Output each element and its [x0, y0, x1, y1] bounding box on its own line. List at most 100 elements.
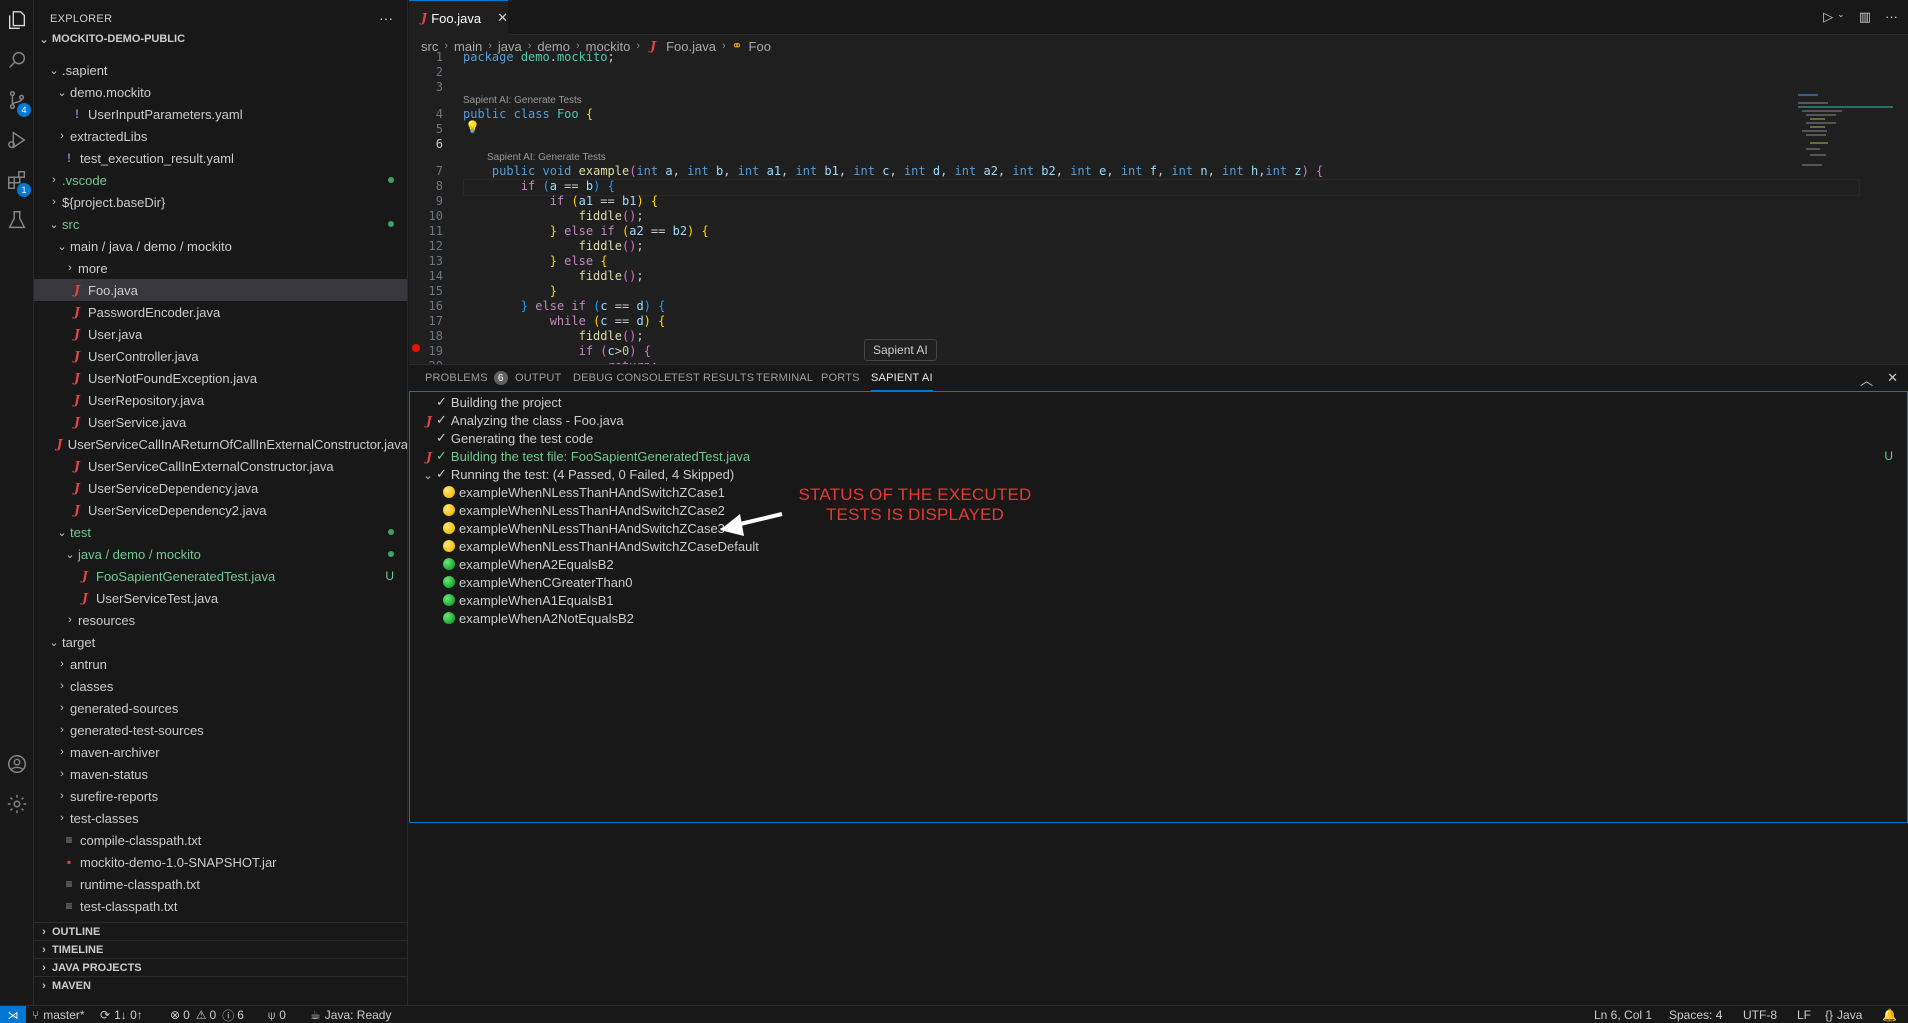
- source-control-icon[interactable]: 4: [0, 80, 34, 120]
- tab-terminal[interactable]: TERMINAL: [756, 365, 813, 391]
- tree-item[interactable]: J UserRepository.java: [34, 389, 407, 411]
- tree-item[interactable]: J UserServiceDependency2.java: [34, 499, 407, 521]
- testing-icon[interactable]: [0, 200, 34, 240]
- chevron-down-icon[interactable]: ⌄: [1837, 9, 1845, 25]
- tree-item[interactable]: J UserController.java: [34, 345, 407, 367]
- tab-debug-console[interactable]: DEBUG CONSOLE: [573, 365, 672, 391]
- tree-item[interactable]: J UserService.java: [34, 411, 407, 433]
- notifications-bell-icon[interactable]: 🔔: [1882, 1006, 1897, 1023]
- java-status[interactable]: ☕ Java: Ready: [310, 1006, 391, 1023]
- search-icon[interactable]: [0, 40, 34, 80]
- tree-item[interactable]: ⌄ .sapient: [34, 59, 407, 81]
- tree-item[interactable]: ⌄ test: [34, 521, 407, 543]
- close-icon[interactable]: ✕: [497, 10, 508, 26]
- extensions-icon[interactable]: 1: [0, 160, 34, 200]
- tab-output[interactable]: OUTPUT: [515, 365, 561, 391]
- tree-item[interactable]: J UserServiceCallInAReturnOfCallInExterna…: [34, 433, 407, 455]
- tree-item[interactable]: › maven-status: [34, 763, 407, 785]
- tab-ports[interactable]: PORTS: [821, 365, 860, 391]
- tree-item[interactable]: › resources: [34, 609, 407, 631]
- tree-item[interactable]: ! test_execution_result.yaml: [34, 147, 407, 169]
- explorer-more-icon[interactable]: ···: [379, 10, 393, 26]
- close-panel-icon[interactable]: ✕: [1887, 370, 1898, 389]
- tree-item[interactable]: › .vscode: [34, 169, 407, 191]
- tree-item[interactable]: › ${project.baseDir}: [34, 191, 407, 213]
- tree-item[interactable]: J UserNotFoundException.java: [34, 367, 407, 389]
- sapient-step[interactable]: ✓ Generating the test code: [410, 429, 1907, 447]
- tab-foo-java[interactable]: J Foo.java ✕: [409, 0, 508, 35]
- section-maven[interactable]: › MAVEN: [34, 976, 407, 994]
- ports-count: 0: [279, 1008, 286, 1022]
- tree-item[interactable]: J PasswordEncoder.java: [34, 301, 407, 323]
- tree-item-label: .sapient: [62, 62, 108, 78]
- section-outline[interactable]: › OUTLINE: [34, 922, 407, 940]
- tree-item[interactable]: › maven-archiver: [34, 741, 407, 763]
- explorer-icon[interactable]: [0, 0, 34, 40]
- test-result-item[interactable]: exampleWhenCGreaterThan0: [410, 573, 1907, 591]
- tree-item[interactable]: J Foo.java: [34, 279, 407, 301]
- tree-item[interactable]: ≡ runtime-classpath.txt: [34, 873, 407, 895]
- tree-item[interactable]: › test-classes: [34, 807, 407, 829]
- sync-indicator[interactable]: ⟳ 1↓ 0↑: [100, 1006, 143, 1023]
- tree-item[interactable]: ⌄ main / java / demo / mockito: [34, 235, 407, 257]
- code-editor[interactable]: Sapient AI: Generate Tests Sapient AI: G…: [409, 47, 1908, 364]
- section-timeline[interactable]: › TIMELINE: [34, 940, 407, 958]
- account-icon[interactable]: [0, 744, 34, 784]
- encoding[interactable]: UTF-8: [1743, 1006, 1777, 1023]
- more-actions-icon[interactable]: ···: [1885, 9, 1898, 25]
- line-ending[interactable]: LF: [1797, 1006, 1811, 1023]
- tree-item[interactable]: ! UserInputParameters.yaml: [34, 103, 407, 125]
- tab-test-results[interactable]: TEST RESULTS: [671, 365, 754, 391]
- tree-item[interactable]: ⌄ java / demo / mockito: [34, 543, 407, 565]
- tree-item[interactable]: ⌄ target: [34, 631, 407, 653]
- code-lens-class[interactable]: Sapient AI: Generate Tests: [463, 95, 582, 107]
- maximize-panel-icon[interactable]: ︿: [1860, 370, 1873, 389]
- tree-item[interactable]: J UserServiceCallInExternalConstructor.ja…: [34, 455, 407, 477]
- panel-tabs: PROBLEMS 6 OUTPUT DEBUG CONSOLE TEST RES…: [409, 365, 1908, 391]
- test-result-item[interactable]: exampleWhenNLessThanHAndSwitchZCase1: [410, 483, 1907, 501]
- test-result-item[interactable]: exampleWhenA2EqualsB2: [410, 555, 1907, 573]
- tree-item[interactable]: › antrun: [34, 653, 407, 675]
- tree-item[interactable]: ⌄ demo.mockito: [34, 81, 407, 103]
- tree-item[interactable]: › surefire-reports: [34, 785, 407, 807]
- settings-gear-icon[interactable]: [0, 784, 34, 824]
- sapient-step[interactable]: J ✓ Building the test file: FooSapientGene…: [410, 447, 1907, 465]
- sapient-step[interactable]: J ✓ Analyzing the class - Foo.java: [410, 411, 1907, 429]
- section-java-projects[interactable]: › JAVA PROJECTS: [34, 958, 407, 976]
- tree-item[interactable]: › generated-test-sources: [34, 719, 407, 741]
- sapient-step[interactable]: ✓ Building the project: [410, 393, 1907, 411]
- tree-item[interactable]: › more: [34, 257, 407, 279]
- tree-item[interactable]: ≡ compile-classpath.txt: [34, 829, 407, 851]
- sapient-step[interactable]: ⌄ ✓ Running the test: (4 Passed, 0 Failed,…: [410, 465, 1907, 483]
- tree-item[interactable]: J User.java: [34, 323, 407, 345]
- test-result-item[interactable]: exampleWhenNLessThanHAndSwitchZCase3: [410, 519, 1907, 537]
- tab-problems[interactable]: PROBLEMS 6: [425, 365, 508, 391]
- tree-item[interactable]: J UserServiceDependency.java: [34, 477, 407, 499]
- tree-item[interactable]: J FooSapientGeneratedTest.java U: [34, 565, 407, 587]
- tree-item[interactable]: › extractedLibs: [34, 125, 407, 147]
- test-result-item[interactable]: exampleWhenA2NotEqualsB2: [410, 609, 1907, 627]
- test-result-item[interactable]: exampleWhenNLessThanHAndSwitchZCase2: [410, 501, 1907, 519]
- minimap[interactable]: [1798, 94, 1898, 184]
- tree-item[interactable]: J UserServiceTest.java: [34, 587, 407, 609]
- language-mode[interactable]: {} Java: [1825, 1006, 1862, 1023]
- tab-sapient-ai[interactable]: SAPIENT AI: [871, 365, 933, 391]
- workspace-root[interactable]: ⌄ MOCKITO-DEMO-PUBLIC: [34, 28, 407, 50]
- tree-item[interactable]: › generated-sources: [34, 697, 407, 719]
- code-lens-method[interactable]: Sapient AI: Generate Tests: [487, 152, 606, 164]
- split-editor-icon[interactable]: ▥: [1859, 9, 1871, 25]
- tree-item[interactable]: › classes: [34, 675, 407, 697]
- remote-icon[interactable]: ⋊: [0, 1006, 26, 1023]
- tree-item[interactable]: ≡ test-classpath.txt: [34, 895, 407, 917]
- problems-indicator[interactable]: ⊗ 0 ⚠ 0 ⓘ 6: [170, 1006, 244, 1023]
- tree-item[interactable]: ▪ mockito-demo-1.0-SNAPSHOT.jar: [34, 851, 407, 873]
- cursor-position[interactable]: Ln 6, Col 1: [1594, 1006, 1652, 1023]
- run-debug-icon[interactable]: [0, 120, 34, 160]
- ports-indicator[interactable]: ⍦ 0: [268, 1006, 286, 1023]
- branch-indicator[interactable]: ⑂ master*: [32, 1006, 85, 1023]
- run-icon[interactable]: ▷: [1823, 9, 1833, 25]
- test-result-item[interactable]: exampleWhenA1EqualsB1: [410, 591, 1907, 609]
- indentation[interactable]: Spaces: 4: [1669, 1006, 1722, 1023]
- tree-item[interactable]: ⌄ src: [34, 213, 407, 235]
- test-result-item[interactable]: exampleWhenNLessThanHAndSwitchZCaseDefau…: [410, 537, 1907, 555]
